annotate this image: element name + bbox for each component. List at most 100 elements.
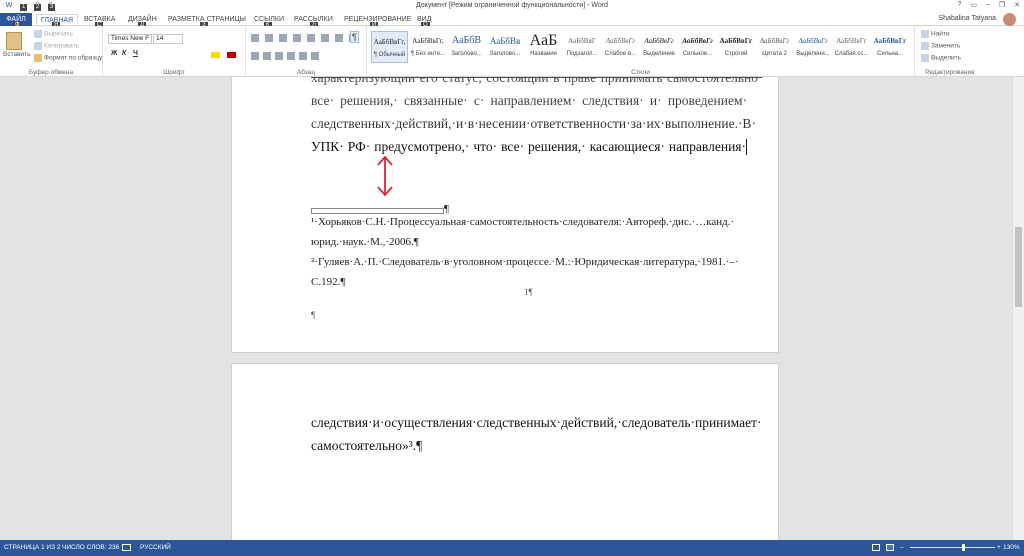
style-name: ¶ Без инте... [410, 51, 446, 57]
align-buttons[interactable] [251, 52, 321, 60]
clipboard-group-label: Буфер обмена [28, 69, 74, 76]
proofing-icon[interactable] [122, 544, 131, 551]
styles-group-label: Стили [631, 69, 650, 76]
style-item[interactable]: АаБбВвГг Слабая сс... [833, 31, 870, 63]
clipboard-group: Вставить Вырезать Копировать Формат по о… [0, 26, 103, 77]
read-mode-icon[interactable] [872, 544, 880, 551]
window-title: Документ [Режим ограниченной функциональ… [415, 2, 609, 9]
copy-label: Копировать [44, 42, 79, 50]
page-1[interactable]: характеризующий·его·статус,·состоящий·в·… [231, 77, 779, 353]
show-marks-button[interactable]: ¶ [350, 31, 359, 43]
style-sample: АаБбВвГг, [412, 37, 444, 45]
style-name: Слабая сс... [834, 51, 869, 57]
status-bar: СТРАНИЦА 1 ИЗ 2 ЧИСЛО СЛОВ: 236 РУССКИЙ … [0, 540, 1024, 556]
bold-button[interactable]: Ж [111, 50, 117, 57]
style-name: Сильна... [877, 51, 903, 57]
minimize-icon[interactable]: – [986, 1, 990, 9]
style-item[interactable]: АаБбВвГг Цитата 2 [756, 31, 793, 63]
style-name: Заголово... [489, 51, 521, 57]
select-button[interactable]: Выделить [921, 54, 961, 62]
style-sample: АаБбВв [489, 36, 521, 46]
style-item[interactable]: АаБ Название [525, 31, 562, 63]
search-icon [921, 30, 929, 38]
style-sample: АаБбВвГг [644, 37, 674, 45]
cut-label: Вырезать [44, 30, 73, 38]
style-item[interactable]: АаБбВвГг Выделение [641, 31, 678, 63]
title-bar: W ▪1 ↶2 ↷3 Документ [Режим ограниченной … [0, 0, 1024, 13]
style-sample: АаБ [529, 32, 558, 49]
ribbon-tabs: ФАЙЛ ГЛАВНАЯ ВСТАВКА ДИЗАЙН РАЗМЕТКА СТР… [0, 13, 1024, 29]
italic-button[interactable]: К [122, 50, 126, 57]
styles-group: АаБбВвГг, ¶ Обычный АаБбВвГг, ¶ Без инте...… [367, 26, 915, 77]
paste-button[interactable]: Вставить [3, 51, 31, 58]
zoom-slider-knob[interactable] [961, 544, 965, 551]
list-buttons[interactable] [251, 34, 351, 42]
editing-group: Найти Заменить Выделить Редактирование [915, 26, 985, 77]
style-item[interactable]: АаБбВвГ Подзагол... [564, 31, 601, 63]
vertical-scrollbar[interactable] [1012, 77, 1024, 540]
ribbon: Вставить Вырезать Копировать Формат по о… [0, 26, 1024, 77]
replace-button[interactable]: Заменить [921, 42, 960, 50]
highlight-icon[interactable] [211, 52, 220, 58]
style-item[interactable]: АаБбВвГг Строгий [718, 31, 755, 63]
style-item[interactable]: АаБбВвГг, ¶ Без инте... [410, 31, 447, 63]
font-group: Times New F 14 Ж К Ч Шрифт [103, 26, 246, 77]
zoom-in-icon[interactable]: + [997, 544, 1001, 551]
copy-button[interactable]: Копировать [34, 42, 79, 50]
style-item[interactable]: АаБбВв Заголово... [487, 31, 524, 63]
replace-icon [921, 42, 929, 50]
page-number: 1¶ [524, 287, 533, 297]
style-item[interactable]: АаБбВвГг Сильна... [872, 31, 909, 63]
zoom-level[interactable]: 130% [1003, 544, 1020, 551]
paste-icon[interactable] [6, 32, 22, 50]
language-indicator[interactable]: РУССКИЙ [140, 544, 171, 551]
scissors-icon [34, 30, 42, 38]
close-icon[interactable]: ✕ [1014, 1, 1020, 9]
style-item[interactable]: АаБбВвГг Сильное... [679, 31, 716, 63]
style-sample: АаБбВвГ [568, 37, 596, 45]
style-sample: АаБбВвГг [873, 37, 907, 45]
scroll-thumb[interactable] [1015, 227, 1022, 307]
find-label: Найти [931, 30, 950, 38]
style-item[interactable]: АаБбВвГг Выделени... [795, 31, 832, 63]
select-label: Выделить [931, 54, 961, 62]
restore-icon[interactable]: ❐ [999, 1, 1005, 9]
document-canvas[interactable]: характеризующий·его·статус,·состоящий·в·… [0, 77, 1012, 540]
help-icon[interactable]: ? [957, 1, 961, 9]
body-line: следствия·и·осуществления·следственных·д… [311, 415, 762, 430]
find-button[interactable]: Найти [921, 30, 950, 38]
zoom-out-icon[interactable]: – [900, 544, 904, 551]
editing-group-label: Редактирование [925, 69, 975, 76]
style-name: ¶ Обычный [373, 52, 406, 58]
style-sample: АаБбВвГг [682, 37, 713, 45]
style-item[interactable]: АаБбВ Заголово... [448, 31, 485, 63]
style-name: Подзагол... [566, 51, 598, 57]
style-item[interactable]: АаБбВвГг, ¶ Обычный [371, 31, 408, 63]
style-sample: АаБбВвГг [719, 37, 753, 45]
font-size-combo[interactable]: 14 [153, 34, 183, 44]
cut-button[interactable]: Вырезать [34, 30, 73, 38]
style-name: Строгий [724, 51, 748, 57]
style-sample: АаБбВвГг [798, 37, 828, 45]
page-2[interactable]: следствия·и·осуществления·следственных·д… [231, 363, 779, 540]
footnote-line: юрид.·наук.·М.,·2006.¶ [311, 236, 419, 248]
font-color-icon[interactable] [227, 52, 236, 58]
format-painter-button[interactable]: Формат по образцу [34, 54, 102, 62]
page-indicator[interactable]: СТРАНИЦА 1 ИЗ 2 [4, 544, 60, 551]
style-name: Цитата 2 [762, 51, 787, 57]
ribbon-display-icon[interactable]: ▭ [970, 1, 977, 9]
font-name-combo[interactable]: Times New F [108, 34, 152, 44]
paragraph-group: ¶ Абзац [246, 26, 367, 77]
pilcrow-mark: ¶ [311, 310, 316, 320]
word-count[interactable]: ЧИСЛО СЛОВ: 236 [62, 544, 119, 551]
body-line: следственных·действий,·и·в·несении·ответ… [311, 116, 756, 131]
zoom-slider[interactable] [910, 547, 995, 548]
window-controls: ? ▭ – ❐ ✕ [957, 1, 1020, 9]
copy-icon [34, 42, 42, 50]
style-item[interactable]: АаБбВвГг Слабое в... [602, 31, 639, 63]
user-name[interactable]: Shabalina Tatyana [939, 15, 996, 22]
underline-button[interactable]: Ч [133, 50, 138, 57]
print-layout-icon[interactable] [886, 544, 894, 551]
avatar[interactable] [1003, 13, 1016, 26]
style-sample: АаБбВвГг [759, 37, 790, 45]
